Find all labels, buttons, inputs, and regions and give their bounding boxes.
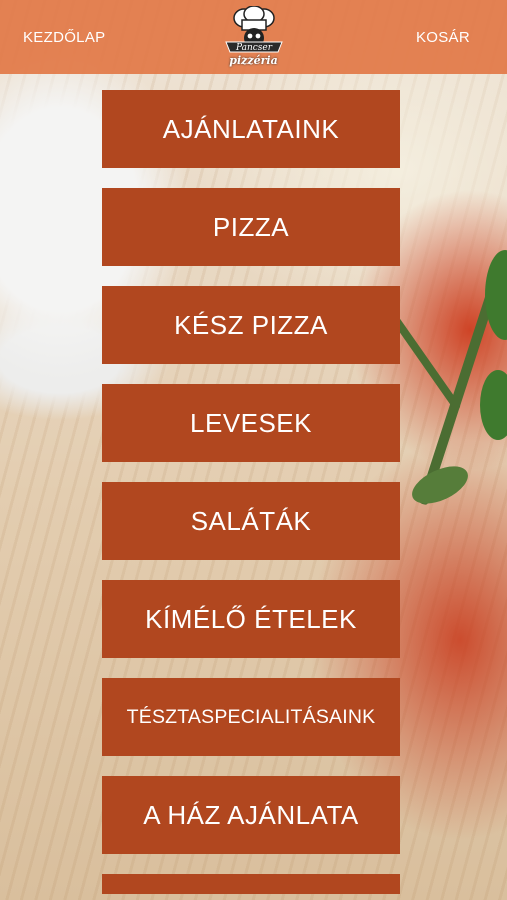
category-menu: AJÁNLATAINK PIZZA KÉSZ PIZZA LEVESEK SAL… [102,90,400,894]
logo-sub-text: pizzéria [229,54,278,67]
menu-button-house-special[interactable]: A HÁZ AJÁNLATA [102,776,400,854]
logo-brand-text: Pancser [234,43,272,53]
home-link[interactable]: KEZDŐLAP [23,29,105,46]
menu-button-soups[interactable]: LEVESEK [102,384,400,462]
menu-button-pizza[interactable]: PIZZA [102,188,400,266]
menu-button-partial[interactable] [102,874,400,894]
top-navigation-bar: KEZDŐLAP Pancser pizzéria KOSÁR [0,0,507,74]
cart-link[interactable]: KOSÁR [416,29,470,46]
menu-button-offers[interactable]: AJÁNLATAINK [102,90,400,168]
menu-button-pasta-specialties[interactable]: TÉSZTASPECIALITÁSAINK [102,678,400,756]
menu-button-salads[interactable]: SALÁTÁK [102,482,400,560]
pizzeria-logo[interactable]: Pancser pizzéria [219,6,289,70]
chef-hat-icon: Pancser [224,6,283,53]
menu-button-ready-pizza[interactable]: KÉSZ PIZZA [102,286,400,364]
menu-button-light-dishes[interactable]: KÍMÉLŐ ÉTELEK [102,580,400,658]
